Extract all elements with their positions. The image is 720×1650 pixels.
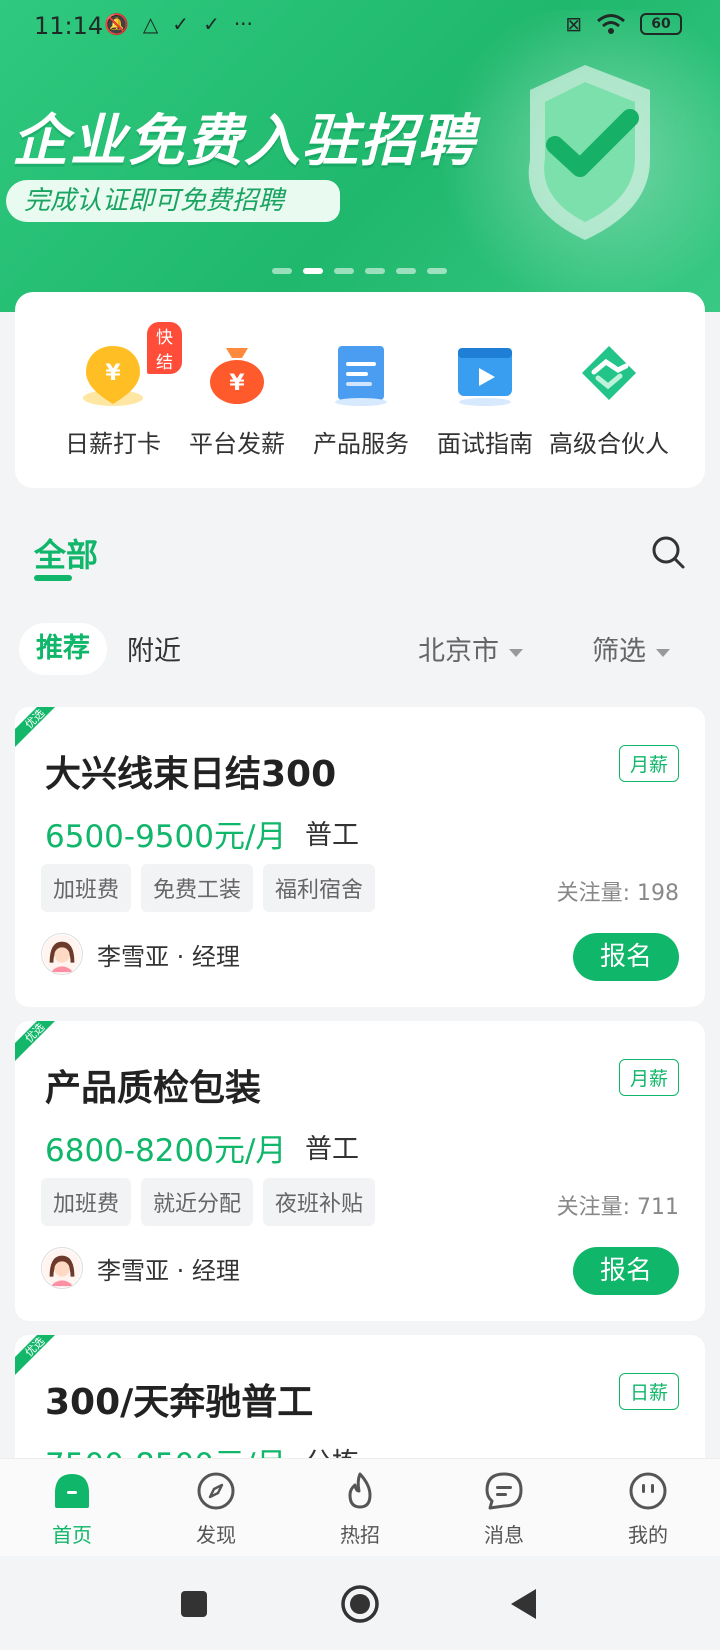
- recruiter-name: 李雪亚 · 经理: [97, 1256, 240, 1285]
- follow-count: 关注量: 711: [556, 1195, 679, 1220]
- quick-action-label: 面试指南: [437, 430, 533, 458]
- banner-subtitle: 完成认证即可免费招聘: [6, 180, 340, 222]
- search-icon[interactable]: [650, 534, 686, 570]
- pagination-dot[interactable]: [427, 268, 447, 274]
- svg-text:¥: ¥: [105, 361, 121, 386]
- quick-action-label: 平台发薪: [189, 430, 285, 458]
- job-role: 普工: [305, 1134, 359, 1165]
- promo-banner[interactable]: 11:14 🔕 △ ✓ ✓ ··· ⊠ 60 企业免费入驻招聘 完成认证即可免费…: [0, 0, 720, 312]
- pagination-dot-active[interactable]: [303, 268, 323, 274]
- tab-active-indicator: [34, 575, 72, 581]
- shield-check-icon: [528, 65, 650, 240]
- yen-coin-icon: ¥: [83, 346, 143, 406]
- featured-ribbon: 优选: [15, 1335, 55, 1375]
- wifi-icon: [597, 14, 625, 34]
- quick-action-label: 高级合伙人: [549, 430, 669, 458]
- nav-label: 热招: [340, 1523, 380, 1547]
- featured-ribbon: 优选: [15, 1021, 55, 1061]
- job-salary: 6500-9500元/月: [45, 819, 287, 855]
- avatar: [41, 933, 83, 975]
- nav-label: 发现: [196, 1523, 236, 1547]
- profile-icon: [629, 1472, 667, 1510]
- battery-level: 60: [651, 16, 671, 32]
- triangle-icon: △: [142, 12, 159, 36]
- quick-action-label: 日薪打卡: [65, 430, 161, 458]
- check-icon: ✓: [172, 12, 190, 36]
- recents-icon[interactable]: [180, 1590, 208, 1618]
- job-title: 300/天奔驰普工: [45, 1382, 314, 1423]
- job-tags: 加班费 就近分配 夜班补贴: [41, 1178, 376, 1226]
- featured-ribbon: 优选: [15, 707, 55, 747]
- banner-title: 企业免费入驻招聘: [12, 109, 476, 174]
- job-tag: 免费工装: [141, 864, 254, 912]
- more-icon: ···: [233, 12, 253, 36]
- status-bar: 11:14 🔕 △ ✓ ✓ ··· ⊠ 60: [0, 0, 720, 54]
- recruiter: 李雪亚 · 经理: [41, 1247, 240, 1289]
- battery-icon: 60: [640, 13, 682, 35]
- salary-type-badge: 月薪: [618, 1059, 679, 1096]
- apply-button[interactable]: 报名: [573, 933, 679, 981]
- job-card[interactable]: 优选 大兴线束日结300 月薪 6500-9500元/月 普工 加班费 免费工装…: [15, 707, 705, 1007]
- bottom-nav: 首页 发现 热招 消息 我的: [0, 1458, 720, 1556]
- recruiter-name: 李雪亚 · 经理: [97, 942, 240, 971]
- handshake-icon: [582, 346, 636, 400]
- city-dropdown[interactable]: 北京市: [418, 629, 523, 668]
- pagination-dot[interactable]: [334, 268, 354, 274]
- job-salary: 6800-8200元/月: [45, 1133, 287, 1169]
- apply-button[interactable]: 报名: [573, 1247, 679, 1295]
- pagination-dot[interactable]: [396, 268, 416, 274]
- job-card[interactable]: 优选 产品质检包装 月薪 6800-8200元/月 普工 加班费 就近分配 夜班…: [15, 1021, 705, 1321]
- quick-actions-card: ¥ 快结 日薪打卡 ¥ 平台发薪 产品服务 面试指南 高级合伙人: [15, 292, 705, 488]
- recruiter: 李雪亚 · 经理: [41, 933, 240, 975]
- job-tag: 加班费: [41, 864, 132, 912]
- quick-pay-badge: 快结: [147, 322, 182, 374]
- nav-label: 消息: [484, 1523, 524, 1547]
- check-icon: ✓: [203, 12, 220, 36]
- status-notification-icons: 🔕 △ ✓ ✓ ···: [104, 12, 253, 36]
- sim-icon: ⊠: [565, 12, 582, 36]
- mute-icon: 🔕: [104, 12, 129, 36]
- filter-dropdown[interactable]: 筛选: [592, 629, 670, 668]
- job-tags: 加班费 免费工装 福利宿舍: [41, 864, 376, 912]
- compass-icon: [197, 1472, 235, 1510]
- nav-label: 我的: [628, 1523, 668, 1547]
- salary-type-badge: 月薪: [618, 745, 679, 782]
- home-button-icon[interactable]: [340, 1584, 380, 1624]
- banner-pagination: [272, 268, 447, 274]
- filter-recommend[interactable]: 推荐: [19, 623, 107, 675]
- document-icon: [335, 346, 387, 406]
- avatar: [41, 1247, 83, 1289]
- chevron-down-icon: [509, 648, 523, 657]
- svg-text:¥: ¥: [229, 371, 245, 396]
- money-bag-icon: ¥: [210, 348, 264, 404]
- back-icon[interactable]: [508, 1587, 538, 1621]
- quick-action-label: 产品服务: [313, 430, 409, 458]
- chat-icon: [485, 1472, 523, 1510]
- pagination-dot[interactable]: [272, 268, 292, 274]
- home-icon: [55, 1474, 89, 1508]
- status-time: 11:14: [34, 12, 104, 40]
- salary-type-badge: 日薪: [618, 1373, 679, 1410]
- tab-all[interactable]: 全部: [34, 530, 98, 576]
- pagination-dot[interactable]: [365, 268, 385, 274]
- job-title: 产品质检包装: [45, 1068, 262, 1109]
- system-nav-bar: [0, 1556, 720, 1650]
- follow-count: 关注量: 198: [556, 881, 679, 906]
- job-role: 普工: [305, 820, 359, 851]
- job-tag: 就近分配: [141, 1178, 254, 1226]
- job-tag: 夜班补贴: [263, 1178, 376, 1226]
- nav-label: 首页: [52, 1523, 92, 1547]
- video-play-icon: [458, 348, 512, 406]
- filter-label: 筛选: [592, 636, 646, 667]
- job-tag: 福利宿舍: [263, 864, 376, 912]
- chevron-down-icon: [656, 648, 670, 657]
- job-title: 大兴线束日结300: [45, 754, 337, 795]
- job-tag: 加班费: [41, 1178, 132, 1226]
- filter-nearby[interactable]: 附近: [127, 629, 181, 668]
- city-label: 北京市: [418, 636, 499, 667]
- flame-icon: [348, 1472, 372, 1509]
